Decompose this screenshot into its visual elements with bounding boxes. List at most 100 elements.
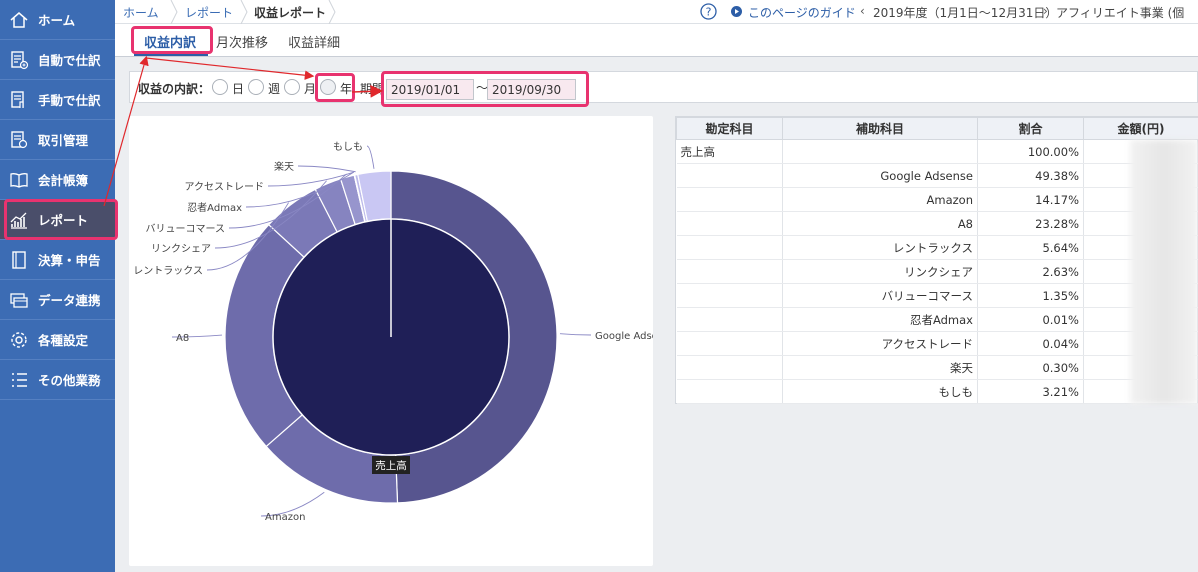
cell-sub-account: A8: [782, 211, 978, 236]
cell-account: [676, 235, 783, 260]
breadcrumb-home[interactable]: ホーム: [123, 4, 159, 21]
breadcrumb-separator-icon: [328, 0, 336, 24]
sidebar-item-home[interactable]: ホーム: [0, 0, 115, 40]
settlement-icon: [8, 249, 30, 271]
radio-week[interactable]: [248, 79, 264, 95]
date-range-highlight-box: [381, 71, 589, 107]
center-label: 売上高: [375, 459, 407, 472]
help-icon[interactable]: ?: [700, 3, 717, 20]
cell-account: [676, 331, 783, 356]
table-row: バリューコマース 1.35%: [676, 283, 1198, 308]
table-row: リンクシェア 2.63%: [676, 259, 1198, 284]
tab-bar: 収益内訳 月次推移 収益詳細: [115, 24, 1198, 57]
radio-month[interactable]: [284, 79, 300, 95]
sidebar-item-settings[interactable]: 各種設定: [0, 320, 115, 360]
slice-label: バリューコマース: [146, 223, 226, 235]
tab-revenue-detail[interactable]: 収益詳細: [288, 32, 340, 51]
table-row: 楽天 0.30%: [676, 355, 1198, 380]
cell-ratio: 3.21%: [977, 379, 1084, 404]
column-header-ratio: 割合: [977, 117, 1084, 140]
slice-label: アクセストレード: [185, 181, 265, 193]
table-row: A8 23.28%: [676, 211, 1198, 236]
cell-sub-account: バリューコマース: [782, 283, 978, 308]
sidebar-item-label: 自動で仕訳: [38, 53, 101, 68]
cell-account: [676, 379, 783, 404]
radio-day[interactable]: [212, 79, 228, 95]
guide-play-icon: [731, 6, 742, 17]
home-icon: [8, 9, 30, 31]
table-row: もしも 3.21%: [676, 379, 1198, 404]
sidebar-item-manual-journal[interactable]: 手動で仕訳: [0, 80, 115, 120]
slice-label: 楽天: [274, 160, 294, 173]
slice-label: A8: [176, 333, 189, 344]
blurred-amounts: [1130, 140, 1198, 404]
transaction-icon: [8, 129, 30, 151]
fiscal-year-label: 2019年度（1月1日～12月31日）: [873, 6, 1058, 20]
cell-account: [676, 211, 783, 236]
slice-label: リンクシェア: [151, 243, 211, 255]
breadcrumb-current: 収益レポート: [254, 6, 327, 20]
leader-line: [297, 165, 356, 173]
cell-ratio: 0.30%: [977, 355, 1084, 380]
breadcrumb-report[interactable]: レポート: [185, 4, 233, 21]
filter-bar: 収益の内訳： 日 週 月 年 期間 ～: [129, 71, 1198, 103]
sidebar-item-label: ホーム: [38, 13, 76, 28]
page-guide-link[interactable]: このページのガイド: [748, 4, 856, 21]
cell-ratio: 1.35%: [977, 283, 1084, 308]
data-link-icon: [8, 289, 30, 311]
cell-ratio: 2.63%: [977, 259, 1084, 284]
cell-account: [676, 187, 783, 212]
table-row: Amazon 14.17%: [676, 187, 1198, 212]
chart-panel: 売上高 Google Adse Amazon A8 レントラックス リンクシェア バリューコ…: [129, 116, 658, 566]
breakdown-label: 収益の内訳：: [138, 82, 211, 96]
sidebar-item-settlement[interactable]: 決算・申告: [0, 240, 115, 280]
cell-account: [676, 163, 783, 188]
table-row: 売上高 100.00%: [676, 139, 1198, 164]
tab-monthly-trend[interactable]: 月次推移: [216, 32, 268, 51]
cell-sub-account: Amazon: [782, 187, 978, 212]
leader-line: [366, 145, 375, 169]
column-header-account: 勘定科目: [676, 117, 783, 140]
manual-journal-icon: [8, 89, 30, 111]
cell-ratio: 0.01%: [977, 307, 1084, 332]
revenue-donut-chart: 売上高 Google Adse Amazon A8 レントラックス リンクシェア バリューコ…: [133, 141, 658, 523]
tab-highlight-box: [131, 26, 213, 54]
cell-ratio: 49.38%: [977, 163, 1084, 188]
sidebar-item-label: 手動で仕訳: [38, 93, 101, 108]
sidebar: ホーム 自動で仕訳 手動で仕訳 取引管理 会計帳簿 レポート 決算・申告 データ…: [0, 0, 115, 572]
cell-sub-account: 忍者Admax: [782, 307, 978, 332]
sidebar-item-other[interactable]: その他業務: [0, 360, 115, 400]
slice-label: Amazon: [265, 512, 305, 523]
cell-account: [676, 355, 783, 380]
cell-sub-account: Google Adsense: [782, 163, 978, 188]
radio-day-label: 日: [232, 82, 245, 96]
auto-journal-icon: [8, 49, 30, 71]
sidebar-item-label: 決算・申告: [38, 253, 101, 268]
radio-week-label: 週: [268, 82, 281, 96]
slice-label: Google Adse: [595, 331, 653, 342]
svg-text:?: ?: [706, 6, 712, 19]
column-header-amount: 金額(円): [1083, 117, 1198, 140]
sidebar-item-transactions[interactable]: 取引管理: [0, 120, 115, 160]
cell-account: [676, 307, 783, 332]
ledger-book-icon: [8, 169, 30, 191]
list-icon: [8, 369, 30, 391]
chevron-right-icon[interactable]: ›: [1043, 4, 1048, 18]
sidebar-item-label: 各種設定: [38, 333, 89, 348]
gear-icon: [8, 329, 30, 351]
breadcrumb-separator-icon: [170, 0, 178, 24]
sidebar-item-data-link[interactable]: データ連携: [0, 280, 115, 320]
cell-sub-account: リンクシェア: [782, 259, 978, 284]
cell-sub-account: 楽天: [782, 355, 978, 380]
sidebar-item-auto-journal[interactable]: 自動で仕訳: [0, 40, 115, 80]
cell-ratio: 23.28%: [977, 211, 1084, 236]
cell-account: [676, 259, 783, 284]
chevron-left-icon[interactable]: ‹: [860, 4, 865, 18]
year-radio-highlight-box: [315, 73, 355, 102]
sidebar-item-ledger[interactable]: 会計帳簿: [0, 160, 115, 200]
revenue-table: 勘定科目 補助科目 割合 金額(円) 売上高 100.00% Google Adse…: [675, 116, 1198, 404]
table-row: アクセストレード 0.04%: [676, 331, 1198, 356]
cell-sub-account: アクセストレード: [782, 331, 978, 356]
cell-sub-account: もしも: [782, 379, 978, 404]
cell-ratio: 0.04%: [977, 331, 1084, 356]
